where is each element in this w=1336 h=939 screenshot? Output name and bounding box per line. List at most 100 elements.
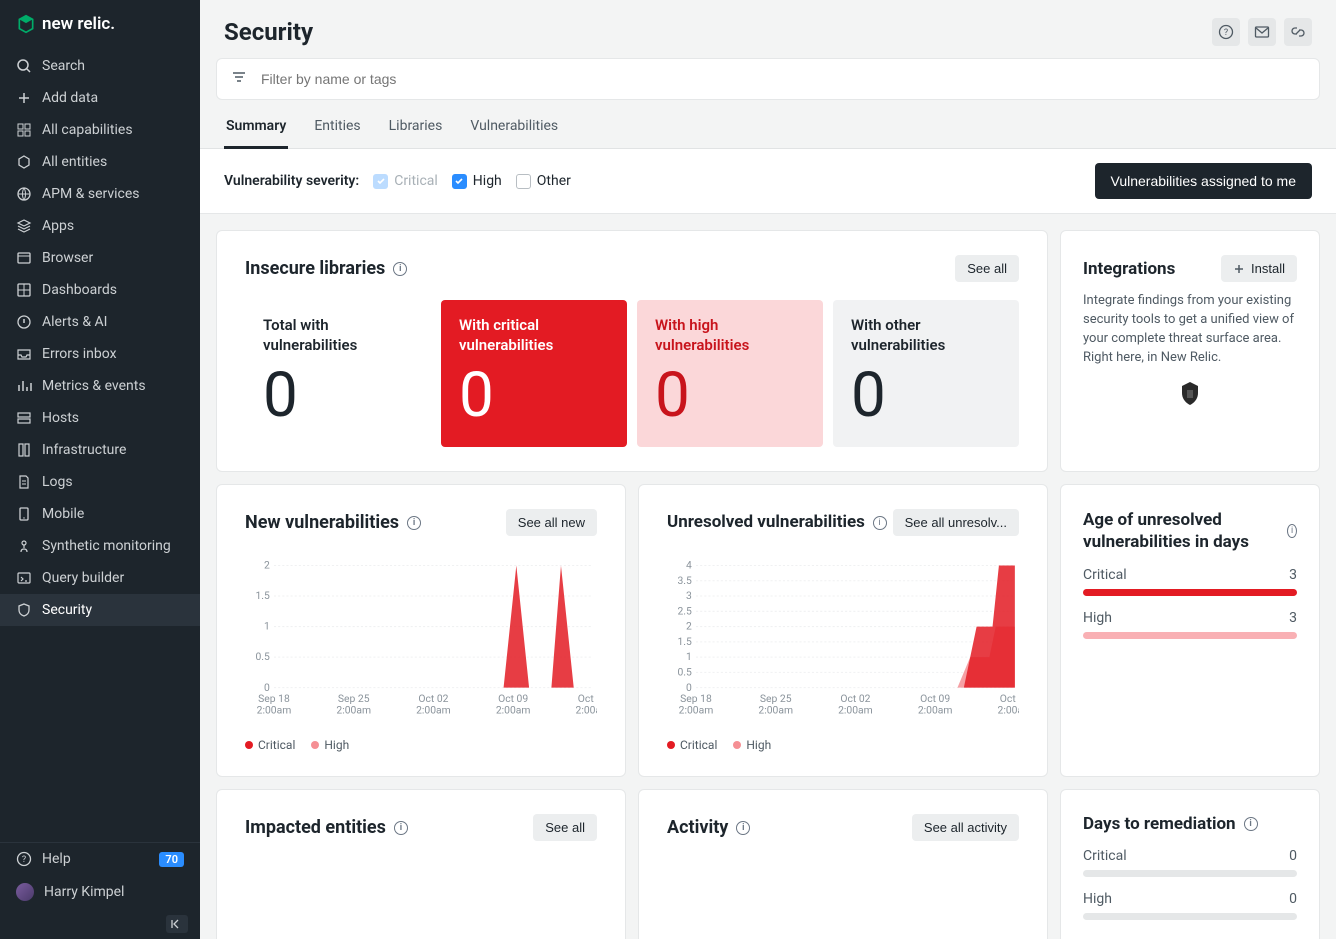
sidebar-item-label: Browser [42, 250, 93, 266]
info-icon[interactable]: i [407, 516, 421, 530]
info-icon[interactable]: i [394, 821, 408, 835]
info-icon[interactable]: i [393, 262, 407, 276]
sidebar-item-label: All entities [42, 154, 107, 170]
tab-libraries[interactable]: Libraries [387, 108, 445, 148]
sidebar-item-add-data[interactable]: Add data [0, 82, 200, 114]
sidebar-item-all-capabilities[interactable]: All capabilities [0, 114, 200, 146]
sidebar-item-browser[interactable]: Browser [0, 242, 200, 274]
sidebar-item-label: Mobile [42, 506, 84, 522]
sidebar-item-label: Metrics & events [42, 378, 146, 394]
severity-high-checkbox[interactable]: High [452, 173, 502, 189]
svg-text:2: 2 [264, 559, 270, 572]
filter-input[interactable] [261, 71, 1305, 87]
metrics-icon [16, 378, 32, 394]
page-title: Security [224, 18, 313, 46]
dash-icon [16, 282, 32, 298]
link-icon-button[interactable] [1284, 18, 1312, 46]
user-item[interactable]: Harry Kimpel [0, 875, 200, 909]
info-icon[interactable]: i [1287, 524, 1297, 538]
help-badge: 70 [159, 852, 184, 867]
chart: 00.511.522.533.54Sep 182:00amSep 252:00a… [667, 554, 1019, 724]
logo-text: new relic. [42, 14, 115, 34]
logo[interactable]: new relic. [0, 0, 200, 50]
window-icon [16, 250, 32, 266]
unresolved-vulnerabilities-card: Unresolved vulnerabilities i See all unr… [638, 484, 1048, 777]
see-all-new-button[interactable]: See all new [506, 509, 597, 536]
sidebar-item-apm-services[interactable]: APM & services [0, 178, 200, 210]
sidebar-item-errors-inbox[interactable]: Errors inbox [0, 338, 200, 370]
install-button[interactable]: Install [1221, 255, 1297, 282]
day-row: Critical0 [1083, 848, 1297, 877]
stat-tile[interactable]: Total with vulnerabilities0 [245, 300, 431, 447]
info-icon[interactable]: i [1244, 817, 1258, 831]
sidebar-item-dashboards[interactable]: Dashboards [0, 274, 200, 306]
query-icon [16, 570, 32, 586]
assigned-to-me-button[interactable]: Vulnerabilities assigned to me [1095, 163, 1312, 199]
impacted-see-all-button[interactable]: See all [533, 814, 597, 841]
svg-text:2:00am: 2:00am [998, 704, 1019, 717]
sidebar-item-security[interactable]: Security [0, 594, 200, 626]
user-name: Harry Kimpel [44, 884, 124, 900]
svg-text:3.5: 3.5 [677, 574, 692, 587]
help-item[interactable]: ? Help 70 [0, 843, 200, 875]
svg-text:2: 2 [686, 620, 692, 633]
plus-icon [16, 90, 32, 106]
stat-tile[interactable]: With high vulnerabilities0 [637, 300, 823, 447]
avatar [16, 883, 34, 901]
stat-tile[interactable]: With other vulnerabilities0 [833, 300, 1019, 447]
shield-icon [16, 602, 32, 618]
sidebar-item-metrics-events[interactable]: Metrics & events [0, 370, 200, 402]
sidebar-item-query-builder[interactable]: Query builder [0, 562, 200, 594]
filter-bar [216, 58, 1320, 100]
sidebar-item-label: Infrastructure [42, 442, 126, 458]
infra-icon [16, 442, 32, 458]
see-all-unresolved-button[interactable]: See all unresolv... [893, 509, 1019, 536]
sidebar-item-apps[interactable]: Apps [0, 210, 200, 242]
help-icon: ? [16, 851, 32, 867]
integrations-desc: Integrate findings from your existing se… [1083, 292, 1297, 367]
search-icon [16, 58, 32, 74]
svg-text:1: 1 [264, 620, 270, 633]
severity-other-checkbox[interactable]: Other [516, 173, 571, 189]
inbox-icon [16, 346, 32, 362]
svg-text:?: ? [22, 855, 26, 865]
sidebar-item-label: Alerts & AI [42, 314, 107, 330]
sidebar-item-logs[interactable]: Logs [0, 466, 200, 498]
sidebar-item-alerts-ai[interactable]: Alerts & AI [0, 306, 200, 338]
main: Security ? Summary Entities Libraries Vulne… [200, 0, 1336, 939]
hex-icon [16, 154, 32, 170]
svg-text:2:00am: 2:00am [336, 704, 371, 717]
svg-text:3: 3 [686, 589, 692, 602]
legend-critical: Critical [245, 738, 295, 752]
sidebar-item-label: Logs [42, 474, 73, 490]
help-icon-button[interactable]: ? [1212, 18, 1240, 46]
integrations-card: Integrations Install Integrate findings … [1060, 230, 1320, 472]
sidebar-item-label: Dashboards [42, 282, 117, 298]
tab-vulnerabilities[interactable]: Vulnerabilities [468, 108, 560, 148]
stat-tile[interactable]: With critical vulnerabilities0 [441, 300, 627, 447]
sidebar-item-infrastructure[interactable]: Infrastructure [0, 434, 200, 466]
info-icon[interactable]: i [736, 821, 750, 835]
sidebar-item-all-entities[interactable]: All entities [0, 146, 200, 178]
mail-icon-button[interactable] [1248, 18, 1276, 46]
activity-see-all-button[interactable]: See all activity [912, 814, 1019, 841]
tab-entities[interactable]: Entities [312, 108, 362, 148]
info-icon[interactable]: i [873, 516, 887, 530]
sidebar-item-mobile[interactable]: Mobile [0, 498, 200, 530]
svg-text:1.5: 1.5 [677, 635, 692, 648]
sidebar-item-search[interactable]: Search [0, 50, 200, 82]
collapse-sidebar-button[interactable] [166, 915, 188, 933]
doc-icon [16, 474, 32, 490]
day-row: High0 [1083, 891, 1297, 920]
sidebar-item-label: Security [42, 602, 92, 618]
sidebar: new relic. SearchAdd dataAll capabilitie… [0, 0, 200, 939]
sidebar-item-hosts[interactable]: Hosts [0, 402, 200, 434]
svg-text:4: 4 [686, 559, 692, 572]
filter-icon[interactable] [231, 69, 247, 89]
legend-high: High [311, 738, 349, 752]
svg-text:2:00am: 2:00am [576, 704, 597, 717]
severity-critical-checkbox[interactable]: Critical [373, 173, 438, 189]
tab-summary[interactable]: Summary [224, 108, 288, 149]
insecure-see-all-button[interactable]: See all [955, 255, 1019, 282]
sidebar-item-synthetic-monitoring[interactable]: Synthetic monitoring [0, 530, 200, 562]
